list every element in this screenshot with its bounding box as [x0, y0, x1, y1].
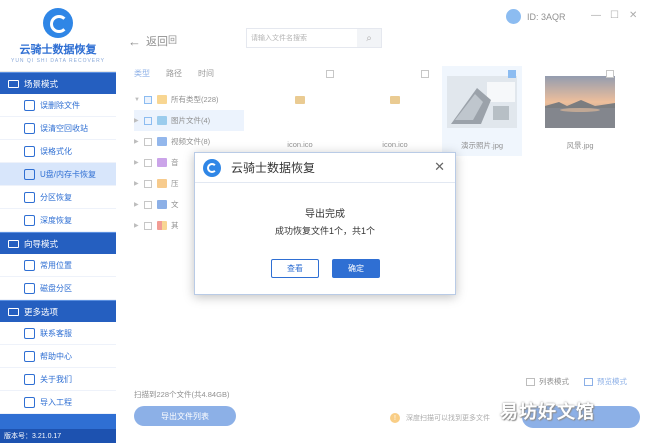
sidebar-item-deleted-files[interactable]: 误删除文件: [0, 94, 116, 117]
dialog-message-detail: 成功恢复文件1个，共1个: [274, 226, 375, 236]
logo-icon: [43, 7, 73, 38]
section-scene-mode: 场景模式: [0, 72, 116, 94]
section-label: 更多选项: [24, 306, 59, 317]
format-icon: [24, 145, 35, 157]
sidebar-item-label: 误格式化: [40, 146, 72, 156]
import-icon: [24, 396, 35, 408]
logo: 云骑士数据恢复 YUN QI SHI DATA RECOVERY: [0, 0, 116, 72]
sidebar-item-common-locations[interactable]: 常用位置: [0, 254, 116, 277]
dialog-message-title: 导出完成: [305, 209, 345, 220]
sidebar-item-help-center[interactable]: 帮助中心: [0, 345, 116, 368]
help-icon: [24, 350, 35, 362]
sidebar-item-recycle-bin[interactable]: 误清空回收站: [0, 117, 116, 140]
dialog-title: 云骑士数据恢复: [231, 161, 316, 175]
recycle-icon: [24, 122, 35, 134]
app-window: 云骑士数据恢复 YUN QI SHI DATA RECOVERY 场景模式 误删…: [0, 0, 650, 443]
sidebar-item-usb-card[interactable]: U盘/内存卡恢复: [0, 163, 116, 186]
dialog-close-button[interactable]: ✕: [434, 159, 445, 175]
partition-icon: [24, 191, 35, 203]
sidebar-item-label: 关于我们: [40, 374, 72, 384]
dialog-header: 云骑士数据恢复: [195, 153, 455, 183]
sidebar-item-format[interactable]: 误格式化: [0, 140, 116, 163]
version-label: 版本号：3.21.0.17: [0, 429, 116, 443]
sidebar-item-deep-recovery[interactable]: 深度恢复: [0, 209, 116, 232]
section-label: 向导模式: [24, 238, 59, 249]
sidebar-item-label: 磁盘分区: [40, 283, 72, 293]
sidebar-item-contact-support[interactable]: 联系客服: [0, 322, 116, 345]
sidebar-item-label: 分区恢复: [40, 192, 72, 202]
sidebar-item-label: 深度恢复: [40, 215, 72, 225]
menu-icon: [8, 307, 19, 316]
view-button[interactable]: 查看: [271, 259, 319, 278]
sidebar-item-label: 误删除文件: [40, 100, 80, 110]
sidebar: 云骑士数据恢复 YUN QI SHI DATA RECOVERY 场景模式 误删…: [0, 0, 116, 443]
sidebar-item-label: 误清空回收站: [40, 123, 88, 133]
section-more-options: 更多选项: [0, 300, 116, 322]
sidebar-item-label: 导入工程: [40, 397, 72, 407]
app-title: 云骑士数据恢复: [19, 43, 97, 56]
sidebar-item-import-project[interactable]: 导入工程: [0, 391, 116, 414]
app-logo-icon: [203, 158, 221, 177]
info-icon: [24, 373, 35, 385]
export-complete-dialog: 云骑士数据恢复 ✕ 导出完成 成功恢复文件1个，共1个 查看 确定: [194, 152, 456, 295]
sidebar-item-label: U盘/内存卡恢复: [40, 169, 96, 179]
sidebar-item-label: 帮助中心: [40, 351, 72, 361]
usb-icon: [24, 168, 35, 180]
disk-icon: [24, 282, 35, 294]
sidebar-item-about[interactable]: 关于我们: [0, 368, 116, 391]
scene-mode-icon: [8, 79, 19, 88]
sidebar-item-label: 联系客服: [40, 328, 72, 338]
guide-mode-icon: [8, 239, 19, 248]
app-subtitle: YUN QI SHI DATA RECOVERY: [10, 57, 105, 64]
file-icon: [24, 99, 35, 111]
sidebar-item-partition-recovery[interactable]: 分区恢复: [0, 186, 116, 209]
location-icon: [24, 259, 35, 271]
section-guide-mode: 向导模式: [0, 232, 116, 254]
sidebar-item-label: 常用位置: [40, 260, 72, 270]
deep-scan-icon: [24, 214, 35, 226]
sidebar-item-disk-partition[interactable]: 磁盘分区: [0, 277, 116, 300]
headset-icon: [24, 327, 35, 339]
confirm-button[interactable]: 确定: [332, 259, 380, 278]
section-label: 场景模式: [24, 78, 59, 89]
